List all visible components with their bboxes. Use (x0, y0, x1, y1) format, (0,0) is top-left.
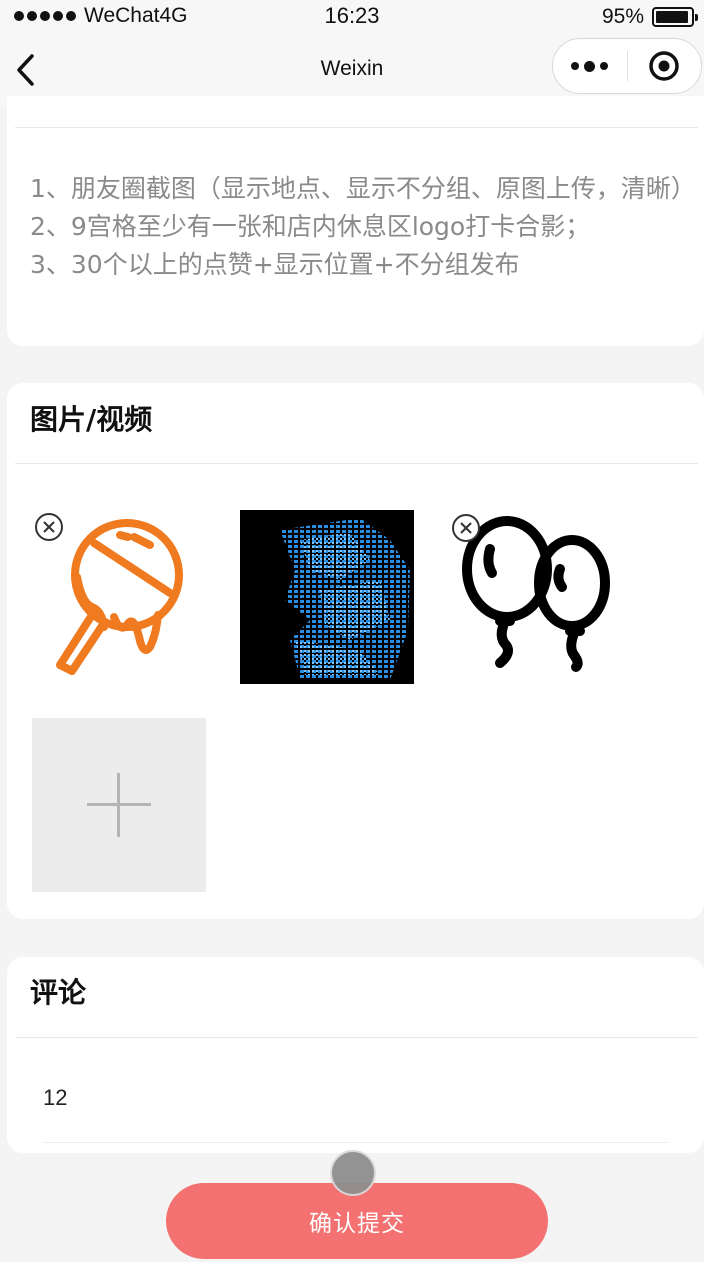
more-dot-icon (600, 62, 609, 70)
comment-input-underline (43, 1142, 668, 1143)
card-divider (15, 463, 698, 464)
requirement-line: 2、9宫格至少有一张和店内休息区logo打卡合影； (30, 212, 591, 241)
requirement-line: 3、30个以上的点赞+显示位置+不分组发布 (30, 250, 520, 279)
status-bar: WeChat4G 16:23 95% (0, 0, 704, 32)
media-section-title: 图片/视频 (30, 403, 153, 436)
more-dot-icon (584, 60, 596, 72)
nav-bar: Weixin (0, 32, 704, 106)
more-button[interactable] (553, 60, 627, 72)
battery-percent: 95% (601, 5, 644, 28)
card-divider (15, 1037, 698, 1038)
add-media-button[interactable] (32, 718, 206, 892)
media-card: 图片/视频 (7, 383, 704, 919)
miniprogram-capsule (552, 38, 702, 94)
remove-image-button[interactable] (34, 512, 64, 542)
requirement-line: 1、朋友圈截图（显示地点、显示不分组、原图上传，清晰） (30, 174, 696, 203)
media-thumbnail[interactable] (240, 510, 414, 684)
target-icon (649, 51, 679, 81)
battery-group: 95% (601, 5, 698, 29)
remove-image-button[interactable] (451, 513, 481, 543)
comment-input[interactable]: 12 (43, 1085, 67, 1111)
close-circle-icon (35, 513, 63, 541)
comment-section-title: 评论 (30, 976, 87, 1009)
card-divider (15, 127, 698, 128)
requirements-text: 1、朋友圈截图（显示地点、显示不分组、原图上传，清晰） 2、9宫格至少有一张和店… (30, 170, 696, 284)
glitch-image (240, 510, 414, 684)
touch-indicator (330, 1150, 376, 1196)
status-time: 16:23 (324, 3, 380, 28)
plus-icon (117, 773, 120, 837)
close-miniprogram-button[interactable] (628, 50, 702, 82)
comment-card: 评论 12 (7, 957, 704, 1153)
requirements-card: 1、朋友圈截图（显示地点、显示不分组、原图上传，清晰） 2、9宫格至少有一张和店… (7, 96, 704, 346)
battery-icon (652, 7, 698, 27)
close-circle-icon (452, 514, 480, 542)
more-dot-icon (571, 62, 580, 70)
